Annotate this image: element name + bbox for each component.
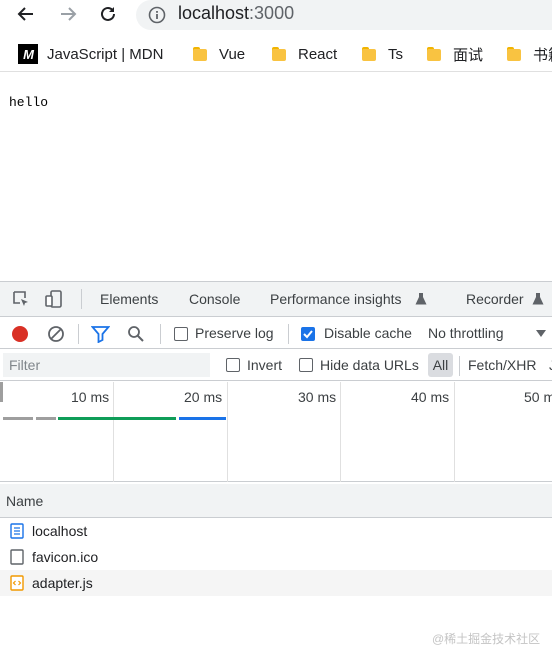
flask-icon xyxy=(532,293,544,305)
bookmark-label: React xyxy=(298,45,338,63)
info-icon[interactable] xyxy=(148,6,166,24)
inspect-element-icon[interactable] xyxy=(11,289,31,309)
devtools-panel: Elements Console Performance insights Re… xyxy=(0,281,552,663)
watermark: @稀土掘金技术社区 xyxy=(432,632,541,646)
device-toolbar-icon[interactable] xyxy=(44,289,64,309)
throttling-select[interactable]: No throttling xyxy=(428,325,503,341)
timeline-bar-download xyxy=(179,417,226,420)
timeline-gridline xyxy=(113,382,114,482)
url-text: localhost:3000 xyxy=(178,3,294,24)
toolbar-separator xyxy=(78,324,79,344)
forward-button[interactable] xyxy=(56,2,80,26)
clear-icon[interactable] xyxy=(47,325,65,343)
dropdown-arrow-icon[interactable] xyxy=(536,330,546,338)
toolbar-separator xyxy=(160,324,161,344)
folder-icon xyxy=(427,47,441,61)
timeline-bar-queued xyxy=(3,417,33,420)
disable-cache-label: Disable cache xyxy=(324,325,412,341)
timeline-marker xyxy=(0,382,3,402)
hide-data-urls-checkbox[interactable] xyxy=(299,358,313,372)
timeline-bar-waiting xyxy=(58,417,176,420)
back-button[interactable] xyxy=(14,2,38,26)
mdn-logo-icon: M xyxy=(18,44,38,64)
toolbar-separator xyxy=(288,324,289,344)
url-port: :3000 xyxy=(249,3,295,23)
tab-performance-insights[interactable]: Performance insights xyxy=(270,291,402,307)
disable-cache-checkbox[interactable] xyxy=(301,327,315,341)
filter-icon[interactable] xyxy=(91,325,110,343)
record-icon[interactable] xyxy=(11,325,29,343)
bookmark-label: Ts xyxy=(388,45,403,63)
bookmark-mdn[interactable]: M JavaScript | MDN xyxy=(18,40,163,68)
bookmark-label: 面试 xyxy=(453,46,484,64)
folder-icon xyxy=(272,47,286,61)
flask-icon xyxy=(415,293,427,305)
filter-input[interactable]: Filter xyxy=(3,353,210,377)
network-overview-timeline[interactable]: 10 ms 20 ms 30 ms 40 ms 50 ms xyxy=(0,382,552,482)
preserve-log-label: Preserve log xyxy=(195,325,274,341)
folder-icon xyxy=(362,47,376,61)
filter-separator xyxy=(459,356,460,376)
timeline-tick-label: 10 ms xyxy=(71,389,110,405)
tab-elements[interactable]: Elements xyxy=(100,291,158,307)
tab-separator xyxy=(81,289,82,309)
timeline-tick-label: 20 ms xyxy=(184,389,223,405)
request-row[interactable]: localhost xyxy=(0,518,552,544)
invert-checkbox[interactable] xyxy=(226,358,240,372)
folder-icon xyxy=(507,47,521,61)
timeline-tick-label: 50 ms xyxy=(524,389,552,405)
tab-console[interactable]: Console xyxy=(189,291,240,307)
folder-icon xyxy=(193,47,207,61)
hide-data-urls-label: Hide data URLs xyxy=(320,357,419,373)
tab-recorder[interactable]: Recorder xyxy=(466,291,524,307)
browser-nav-bar: localhost:3000 xyxy=(0,0,552,30)
filter-type-fetch-xhr[interactable]: Fetch/XHR xyxy=(468,357,536,373)
checkmark-icon xyxy=(303,330,313,339)
script-icon xyxy=(10,575,24,591)
address-bar[interactable]: localhost:3000 xyxy=(136,0,552,30)
bookmarks-bar: M JavaScript | MDN Vue React Ts 面试 书籍 xyxy=(0,36,552,72)
timeline-gridline xyxy=(454,382,455,482)
arrow-left-icon xyxy=(17,7,33,21)
devtools-tab-bar: Elements Console Performance insights Re… xyxy=(0,282,552,317)
page-viewport: hello xyxy=(0,73,552,280)
timeline-tick-label: 40 ms xyxy=(411,389,450,405)
timeline-gridline xyxy=(340,382,341,482)
request-name: adapter.js xyxy=(32,575,93,591)
page-content-text: hello xyxy=(9,95,49,110)
arrow-right-icon xyxy=(61,7,77,21)
timeline-gridline xyxy=(227,382,228,482)
request-name: favicon.ico xyxy=(32,549,99,565)
search-icon[interactable] xyxy=(127,325,145,343)
request-table-header: Name xyxy=(0,484,552,518)
url-host: localhost xyxy=(178,3,250,23)
document-icon xyxy=(10,523,24,539)
invert-label: Invert xyxy=(247,357,283,373)
bookmark-label: JavaScript | MDN xyxy=(47,45,164,63)
bookmark-interview[interactable]: 面试 xyxy=(427,40,483,68)
blank-file-icon xyxy=(10,549,24,565)
bookmark-label: Vue xyxy=(219,45,246,63)
request-row[interactable]: favicon.ico xyxy=(0,544,552,570)
request-name: localhost xyxy=(32,523,88,539)
timeline-tick-label: 30 ms xyxy=(298,389,337,405)
request-row[interactable]: adapter.js xyxy=(0,570,552,596)
bookmark-label: 书籍 xyxy=(533,46,552,64)
reload-icon xyxy=(101,6,115,21)
network-filter-bar: Filter Invert Hide data URLs All Fetch/X… xyxy=(0,350,552,381)
column-header-name[interactable]: Name xyxy=(6,493,43,509)
filter-type-all[interactable]: All xyxy=(428,353,453,377)
bookmark-vue[interactable]: Vue xyxy=(193,40,245,68)
network-toolbar: Preserve log Disable cache No throttling xyxy=(0,318,552,349)
bookmark-react[interactable]: React xyxy=(272,40,337,68)
reload-button[interactable] xyxy=(96,2,120,26)
timeline-bar-queued xyxy=(36,417,56,420)
preserve-log-checkbox[interactable] xyxy=(174,327,188,341)
bookmark-ts[interactable]: Ts xyxy=(362,40,403,68)
bookmark-books[interactable]: 书籍 xyxy=(507,40,552,68)
